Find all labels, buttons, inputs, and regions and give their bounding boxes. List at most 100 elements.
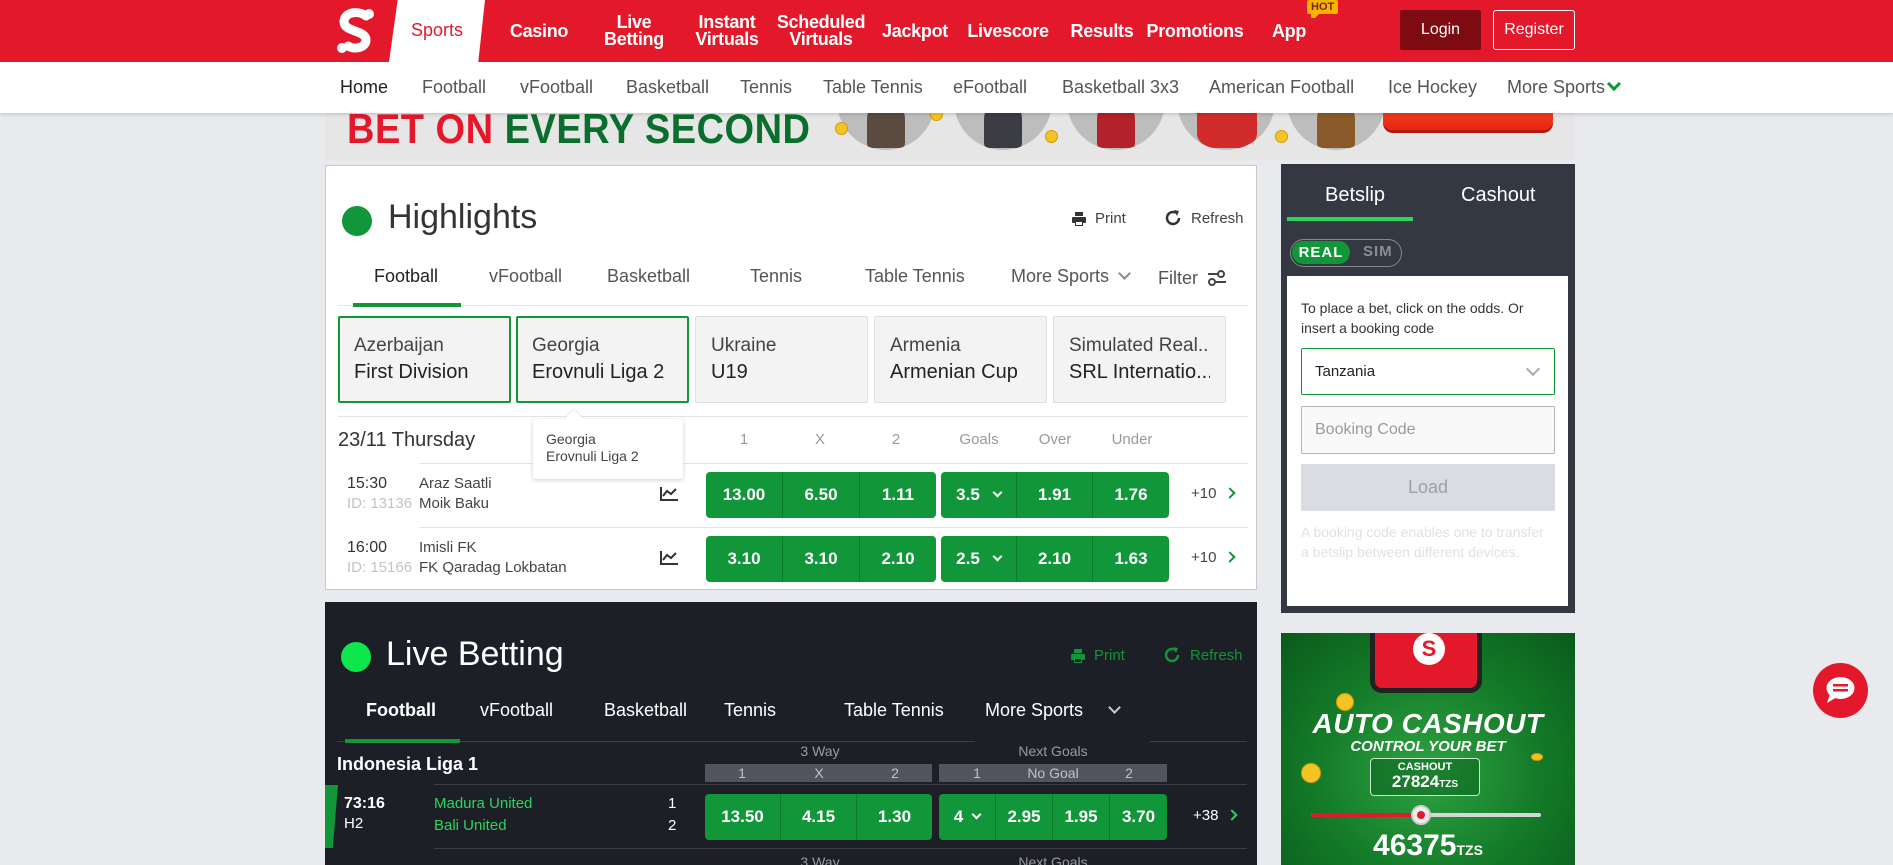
subnav-basketball[interactable]: Basketball xyxy=(626,77,709,98)
away-team[interactable]: Bali United xyxy=(434,817,507,834)
match-id: ID: 15166 xyxy=(347,559,413,576)
subnav-efootball[interactable]: eFootball xyxy=(953,77,1027,98)
toggle-real[interactable]: REAL xyxy=(1292,241,1350,264)
chat-button[interactable] xyxy=(1813,663,1868,718)
away-team[interactable]: Moik Baku xyxy=(419,495,489,512)
topnav-sports-tab[interactable]: Sports xyxy=(389,0,485,62)
chevron-down-icon xyxy=(1118,267,1131,280)
match-period: H2 xyxy=(344,815,364,832)
odd-next-goal-away[interactable]: 3.70 xyxy=(1110,794,1167,840)
odd-home[interactable]: 3.10 xyxy=(706,536,783,582)
topnav-live-betting[interactable]: Live Betting xyxy=(594,0,674,62)
more-markets-link[interactable]: +10 xyxy=(1191,485,1237,502)
odd-no-goal[interactable]: 1.95 xyxy=(1053,794,1110,840)
subnav-vfootball[interactable]: vFootball xyxy=(520,77,593,98)
three-way-odds: 13.00 6.50 1.11 xyxy=(706,472,936,518)
more-markets-link[interactable]: +10 xyxy=(1191,549,1237,566)
highlights-tab-table-tennis[interactable]: Table Tennis xyxy=(865,266,965,287)
odd-over[interactable]: 2.10 xyxy=(1017,536,1093,582)
subnav-football[interactable]: Football xyxy=(422,77,486,98)
home-team[interactable]: Imisli FK xyxy=(419,539,477,556)
topnav-results[interactable]: Results xyxy=(1070,0,1134,62)
betslip-tab[interactable]: Betslip xyxy=(1325,184,1385,207)
highlights-tab-tennis[interactable]: Tennis xyxy=(750,266,802,287)
topnav-instant-virtuals[interactable]: Instant Virtuals xyxy=(688,0,766,62)
chevron-down-icon xyxy=(992,551,1003,561)
odd-away[interactable]: 2.10 xyxy=(860,536,936,582)
real-sim-toggle[interactable]: REAL SIM xyxy=(1290,239,1402,267)
coin-icon xyxy=(1045,130,1058,143)
topnav-scheduled-virtuals[interactable]: Scheduled Virtuals xyxy=(774,0,868,62)
highlights-tab-vfootball[interactable]: vFootball xyxy=(489,266,562,287)
booking-code-input[interactable] xyxy=(1301,406,1555,454)
booking-code-note: A booking code enables one to transfer a… xyxy=(1301,524,1544,560)
odd-over[interactable]: 1.91 xyxy=(1017,472,1093,518)
login-button[interactable]: Login xyxy=(1400,10,1481,50)
next-goal-dropdown[interactable]: 4 xyxy=(939,794,996,840)
odd-away[interactable]: 1.11 xyxy=(860,472,936,518)
auto-cashout-promo[interactable]: S AUTO CASHOUT CONTROL YOUR BET CASHOUT … xyxy=(1281,633,1575,865)
col-header-2: 2 xyxy=(891,431,901,448)
live-tab-more-sports[interactable]: More Sports xyxy=(985,700,1121,721)
col-header-1: 1 xyxy=(739,431,749,448)
odd-under[interactable]: 1.76 xyxy=(1093,472,1169,518)
odd-draw[interactable]: 3.10 xyxy=(783,536,860,582)
league-card[interactable]: Azerbaijan First Division xyxy=(338,316,511,403)
stats-chart-icon[interactable] xyxy=(659,486,679,502)
stats-chart-icon[interactable] xyxy=(659,550,679,566)
highlights-tab-basketball[interactable]: Basketball xyxy=(607,266,690,287)
live-tab-basketball[interactable]: Basketball xyxy=(604,700,687,721)
live-print-button[interactable]: Print xyxy=(1070,647,1125,664)
country-select[interactable]: Tanzania xyxy=(1301,348,1555,395)
odd-home[interactable]: 13.00 xyxy=(706,472,783,518)
topnav-app[interactable]: App xyxy=(1267,0,1311,62)
cashout-tab[interactable]: Cashout xyxy=(1461,184,1536,207)
home-team[interactable]: Madura United xyxy=(434,795,532,812)
highlights-tab-football[interactable]: Football xyxy=(374,266,438,287)
live-tab-tennis[interactable]: Tennis xyxy=(724,700,776,721)
goals-line-dropdown[interactable]: 3.5 xyxy=(941,472,1017,518)
league-card[interactable]: Armenia Armenian Cup xyxy=(874,316,1047,403)
odd-home[interactable]: 13.50 xyxy=(705,794,781,840)
live-tab-football[interactable]: Football xyxy=(366,700,436,721)
goals-line-dropdown[interactable]: 2.5 xyxy=(941,536,1017,582)
toggle-sim[interactable]: SIM xyxy=(1363,243,1393,260)
load-button[interactable]: Load xyxy=(1301,464,1555,511)
brand-logo-icon[interactable] xyxy=(336,8,376,54)
print-button[interactable]: Print xyxy=(1071,210,1126,227)
subnav-table-tennis[interactable]: Table Tennis xyxy=(823,77,923,98)
home-team[interactable]: Araz Saatli xyxy=(419,475,492,492)
highlights-panel: Highlights Print Refresh Football vFootb… xyxy=(325,165,1257,590)
subnav-ice-hockey[interactable]: Ice Hockey xyxy=(1388,77,1477,98)
subnav-american-football[interactable]: American Football xyxy=(1209,77,1354,98)
odd-under[interactable]: 1.63 xyxy=(1093,536,1169,582)
league-card[interactable]: Ukraine U19 xyxy=(695,316,868,403)
register-button[interactable]: Register xyxy=(1493,10,1575,50)
live-tab-table-tennis[interactable]: Table Tennis xyxy=(844,700,944,721)
odd-next-goal-home[interactable]: 2.95 xyxy=(996,794,1053,840)
odd-draw[interactable]: 6.50 xyxy=(783,472,860,518)
subnav-more-sports[interactable]: More Sports xyxy=(1507,76,1622,98)
live-refresh-button[interactable]: Refresh xyxy=(1162,645,1243,665)
league-card[interactable]: Simulated Real... SRL Internatio... xyxy=(1053,316,1226,403)
odd-away[interactable]: 1.30 xyxy=(857,794,932,840)
live-tab-vfootball[interactable]: vFootball xyxy=(480,700,553,721)
topnav-promotions[interactable]: Promotions xyxy=(1147,0,1244,62)
more-markets-link[interactable]: +38 xyxy=(1193,807,1239,824)
league-country: Simulated Real... xyxy=(1069,335,1210,356)
chevron-down-icon xyxy=(992,487,1003,497)
chevron-down-icon xyxy=(1606,76,1622,92)
topnav-livescore[interactable]: Livescore xyxy=(966,0,1050,62)
filter-button[interactable]: Filter xyxy=(1158,266,1227,289)
more-markets-count: +10 xyxy=(1191,485,1217,502)
odd-draw[interactable]: 4.15 xyxy=(781,794,857,840)
highlights-tab-more-sports[interactable]: More Sports xyxy=(1011,266,1131,287)
topnav-jackpot[interactable]: Jackpot xyxy=(880,0,950,62)
topnav-casino[interactable]: Casino xyxy=(508,0,570,62)
league-card[interactable]: Georgia Erovnuli Liga 2 xyxy=(516,316,689,403)
away-team[interactable]: FK Qaradag Lokbatan xyxy=(419,559,567,576)
subnav-home[interactable]: Home xyxy=(340,77,388,98)
subnav-basketball-3x3[interactable]: Basketball 3x3 xyxy=(1062,77,1179,98)
subnav-tennis[interactable]: Tennis xyxy=(740,77,792,98)
refresh-button[interactable]: Refresh xyxy=(1163,208,1244,228)
